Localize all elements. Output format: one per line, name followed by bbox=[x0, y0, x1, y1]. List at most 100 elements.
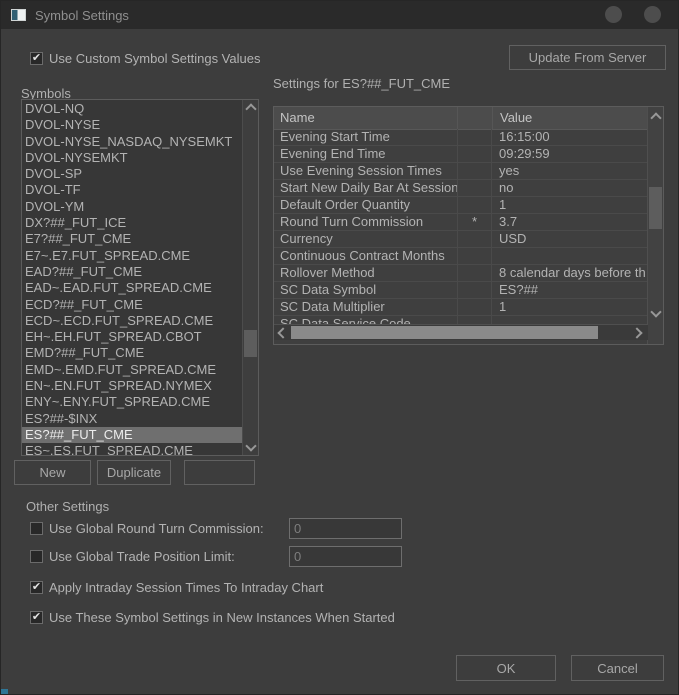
cell-value: no bbox=[499, 180, 514, 195]
global-round-turn-commission-input[interactable] bbox=[289, 518, 402, 539]
list-item[interactable]: DVOL-NQ bbox=[22, 101, 242, 117]
list-item[interactable]: EAD~.EAD.FUT_SPREAD.CME bbox=[22, 280, 242, 296]
list-item[interactable]: ES?##_FUT_CME bbox=[22, 426, 242, 444]
list-item[interactable]: EAD?##_FUT_CME bbox=[22, 264, 242, 280]
column-header-flag bbox=[457, 107, 492, 129]
list-item[interactable]: ECD?##_FUT_CME bbox=[22, 297, 242, 313]
list-item[interactable]: EH~.EH.FUT_SPREAD.CBOT bbox=[22, 329, 242, 345]
cell-flag bbox=[457, 129, 492, 145]
cell-value bbox=[492, 248, 647, 264]
symbols-listbox[interactable]: DVOL-NQ DVOL-NYSE DVOL-NYSE_NASDAQ_NYSEMKT… bbox=[21, 99, 259, 456]
use-settings-in-new-instances-label: Use These Symbol Settings in New Instanc… bbox=[49, 610, 395, 625]
settings-table[interactable]: Name Value Evening Start Time 16:15:00 Eve… bbox=[273, 106, 664, 345]
checkmark-icon: ✔ bbox=[31, 610, 42, 623]
list-item[interactable]: E7~.E7.FUT_SPREAD.CME bbox=[22, 248, 242, 264]
table-row[interactable]: Evening End Time 09:29:59 bbox=[274, 146, 647, 163]
table-row[interactable]: SC Data Service Code bbox=[274, 316, 647, 324]
cell-value: ES?## bbox=[499, 282, 539, 297]
list-item[interactable]: ES~.ES.FUT_SPREAD.CME bbox=[22, 443, 242, 455]
window-minimize-button[interactable] bbox=[605, 6, 622, 23]
use-custom-settings-checkbox[interactable]: ✔ bbox=[30, 52, 43, 65]
table-row[interactable]: SC Data Symbol ES?## bbox=[274, 282, 647, 299]
list-item[interactable]: ENY~.ENY.FUT_SPREAD.CME bbox=[22, 394, 242, 410]
cell-flag bbox=[457, 316, 492, 324]
app-logo-icon bbox=[11, 9, 26, 21]
global-trade-position-limit-input[interactable] bbox=[289, 546, 402, 567]
column-header-name[interactable]: Name bbox=[274, 107, 457, 129]
settings-table-vscrollbar[interactable] bbox=[647, 107, 663, 344]
symbols-list-scrollbar[interactable] bbox=[242, 100, 258, 455]
use-global-round-turn-commission-label: Use Global Round Turn Commission: bbox=[49, 521, 264, 536]
cell-name: SC Data Multiplier bbox=[280, 299, 385, 314]
cell-value: yes bbox=[499, 163, 520, 178]
scrollbar-thumb[interactable] bbox=[291, 326, 598, 339]
scrollbar-thumb[interactable] bbox=[649, 187, 662, 229]
window-title: Symbol Settings bbox=[35, 7, 129, 23]
window-close-button[interactable] bbox=[644, 6, 661, 23]
list-item[interactable]: E7?##_FUT_CME bbox=[22, 231, 242, 247]
cell-flag bbox=[457, 282, 492, 298]
cell-name: Start New Daily Bar At Session... bbox=[280, 180, 457, 195]
scroll-down-icon[interactable] bbox=[648, 306, 663, 321]
list-item[interactable]: EMD?##_FUT_CME bbox=[22, 345, 242, 361]
cell-value: USD bbox=[499, 231, 527, 246]
apply-intraday-session-times-checkbox[interactable]: ✔ bbox=[30, 581, 43, 594]
cell-value: 1 bbox=[499, 299, 507, 314]
ok-button[interactable]: OK bbox=[456, 655, 556, 681]
duplicate-button[interactable]: Duplicate bbox=[97, 460, 171, 485]
use-custom-settings-label: Use Custom Symbol Settings Values bbox=[49, 51, 261, 66]
list-item[interactable]: EMD~.EMD.FUT_SPREAD.CME bbox=[22, 362, 242, 378]
cell-name: Round Turn Commission bbox=[280, 214, 424, 229]
list-item[interactable]: EN~.EN.FUT_SPREAD.NYMEX bbox=[22, 378, 242, 394]
table-row[interactable]: Default Order Quantity 1 bbox=[274, 197, 647, 214]
list-item[interactable]: DX?##_FUT_ICE bbox=[22, 215, 242, 231]
table-row[interactable]: Start New Daily Bar At Session... no bbox=[274, 180, 647, 197]
cell-value: 09:29:59 bbox=[499, 146, 550, 161]
cell-name: Default Order Quantity bbox=[280, 197, 411, 212]
cell-name: Continuous Contract Months bbox=[280, 248, 445, 263]
list-item[interactable]: DVOL-TF bbox=[22, 182, 242, 198]
table-row[interactable]: Currency USD bbox=[274, 231, 647, 248]
list-item[interactable]: DVOL-YM bbox=[22, 199, 242, 215]
table-row[interactable]: Use Evening Session Times yes bbox=[274, 163, 647, 180]
unnamed-button[interactable] bbox=[184, 460, 255, 485]
use-global-round-turn-commission-checkbox[interactable]: ✔ bbox=[30, 522, 43, 535]
column-header-value[interactable]: Value bbox=[492, 107, 648, 129]
list-item[interactable]: DVOL-NYSE bbox=[22, 117, 242, 133]
new-button[interactable]: New bbox=[14, 460, 91, 485]
settings-table-hscrollbar[interactable] bbox=[274, 324, 648, 340]
scrollbar-thumb[interactable] bbox=[244, 330, 257, 357]
table-row[interactable]: Evening Start Time 16:15:00 bbox=[274, 129, 647, 146]
scroll-up-icon[interactable] bbox=[648, 109, 663, 124]
scroll-left-icon[interactable] bbox=[274, 325, 289, 340]
cell-flag bbox=[457, 299, 492, 315]
scroll-up-icon[interactable] bbox=[243, 100, 258, 115]
cell-flag bbox=[457, 248, 492, 264]
table-row[interactable]: Rollover Method 8 calendar days before th bbox=[274, 265, 647, 282]
list-item[interactable]: DVOL-NYSE_NASDAQ_NYSEMKT bbox=[22, 134, 242, 150]
cell-value: 3.7 bbox=[499, 214, 518, 229]
cell-value: 16:15:00 bbox=[499, 129, 550, 144]
cell-name: Evening End Time bbox=[280, 146, 386, 161]
cancel-button[interactable]: Cancel bbox=[571, 655, 664, 681]
use-settings-in-new-instances-checkbox[interactable]: ✔ bbox=[30, 611, 43, 624]
symbol-settings-dialog: Symbol Settings ✔ Use Custom Symbol Sett… bbox=[0, 0, 679, 695]
settings-for-title: Settings for ES?##_FUT_CME bbox=[273, 76, 451, 91]
list-item[interactable]: ES?##-$INX bbox=[22, 411, 242, 427]
list-item[interactable]: DVOL-NYSEMKT bbox=[22, 150, 242, 166]
table-row[interactable]: SC Data Multiplier 1 bbox=[274, 299, 647, 316]
corner-accent bbox=[1, 689, 8, 694]
cell-name: SC Data Service Code bbox=[280, 316, 411, 324]
scroll-right-icon[interactable] bbox=[631, 325, 646, 340]
list-item[interactable]: DVOL-SP bbox=[22, 166, 242, 182]
update-from-server-button[interactable]: Update From Server bbox=[509, 45, 666, 70]
cell-flag bbox=[457, 180, 492, 196]
cell-flag: * bbox=[457, 214, 492, 230]
symbols-list-items: DVOL-NQ DVOL-NYSE DVOL-NYSE_NASDAQ_NYSEMKT… bbox=[22, 101, 242, 455]
table-row[interactable]: Continuous Contract Months bbox=[274, 248, 647, 265]
list-item[interactable]: ECD~.ECD.FUT_SPREAD.CME bbox=[22, 313, 242, 329]
cell-flag bbox=[457, 197, 492, 213]
use-global-trade-position-limit-checkbox[interactable]: ✔ bbox=[30, 550, 43, 563]
scroll-down-icon[interactable] bbox=[243, 440, 258, 455]
table-row[interactable]: Round Turn Commission * 3.7 bbox=[274, 214, 647, 231]
